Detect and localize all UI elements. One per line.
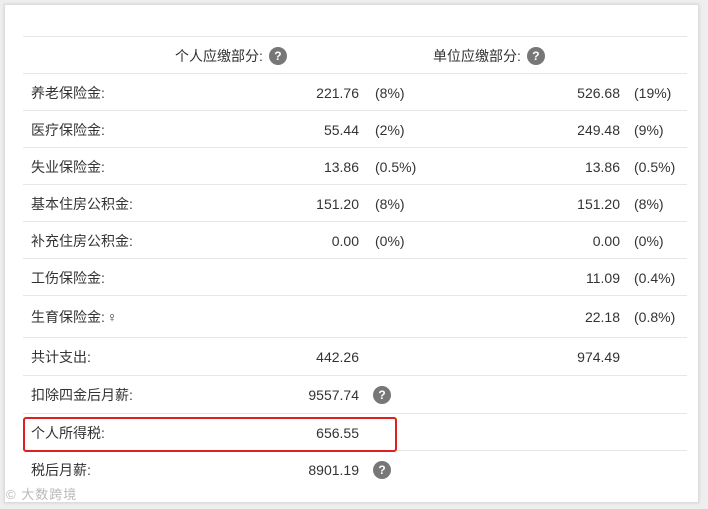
watermark: © 大数跨境 xyxy=(6,487,78,502)
company-total: 974.49 xyxy=(577,349,620,365)
company-value: 22.18 xyxy=(584,309,620,325)
company-header: 单位应缴部分: ? xyxy=(433,37,545,74)
company-value: 0.00 xyxy=(592,232,620,249)
row-maternity: 生育保险金: ♀ 22.18 (0.8%) xyxy=(23,295,687,338)
row-work-injury: 工伤保险金: 11.09 (0.4%) xyxy=(23,258,687,296)
after-deduction-value: 9557.74 xyxy=(308,387,359,403)
company-percent: (0.8%) xyxy=(634,309,676,325)
row-after-deduction: 扣除四金后月薪: 9557.74 ? xyxy=(23,375,687,414)
income-tax-value: 656.55 xyxy=(316,424,359,441)
company-percent: (0.5%) xyxy=(634,158,676,175)
personal-help-icon[interactable]: ? xyxy=(268,46,287,65)
header-row: 个人应缴部分: ? 单位应缴部分: ? xyxy=(23,36,687,74)
after-tax-help: ? xyxy=(373,451,391,489)
row-unemployment: 失业保险金: 13.86 (0.5%) 13.86 (0.5%) xyxy=(23,147,687,185)
row-supplementary-housing-fund: 补充住房公积金: 0.00 (0%) 0.00 (0%) xyxy=(23,221,687,259)
company-value: 11.09 xyxy=(586,269,620,286)
company-value: 249.48 xyxy=(577,121,620,138)
company-percent: (8%) xyxy=(634,195,664,212)
company-value: 526.68 xyxy=(577,84,620,101)
company-percent: (0%) xyxy=(634,232,664,249)
personal-header: 个人应缴部分: ? xyxy=(175,37,287,74)
row-pension: 养老保险金: 221.76 (8%) 526.68 (19%) xyxy=(23,73,687,111)
personal-header-label: 个人应缴部分: xyxy=(175,47,263,64)
row-housing-fund: 基本住房公积金: 151.20 (8%) 151.20 (8%) xyxy=(23,184,687,222)
salary-breakdown-card: 个人应缴部分: ? 单位应缴部分: ? 养老保险金: 221.76 (8%) 5… xyxy=(4,4,699,503)
row-income-tax: 个人所得税: 656.55 xyxy=(23,413,687,451)
row-total: 共计支出: 442.26 974.49 xyxy=(23,337,687,376)
after-deduction-help-icon[interactable]: ? xyxy=(373,386,391,404)
row-after-tax: 税后月薪: 8901.19 ? xyxy=(23,450,687,489)
row-medical: 医疗保险金: 55.44 (2%) 249.48 (9%) xyxy=(23,110,687,148)
company-percent: (9%) xyxy=(634,121,664,138)
company-header-label: 单位应缴部分: xyxy=(433,47,521,64)
company-value: 151.20 xyxy=(577,195,620,212)
company-percent: (0.4%) xyxy=(634,269,676,286)
company-percent: (19%) xyxy=(634,84,672,101)
company-help-icon[interactable]: ? xyxy=(526,46,545,65)
company-value: 13.86 xyxy=(584,158,620,175)
after-deduction-help: ? xyxy=(373,376,391,414)
after-tax-help-icon[interactable]: ? xyxy=(373,461,391,479)
